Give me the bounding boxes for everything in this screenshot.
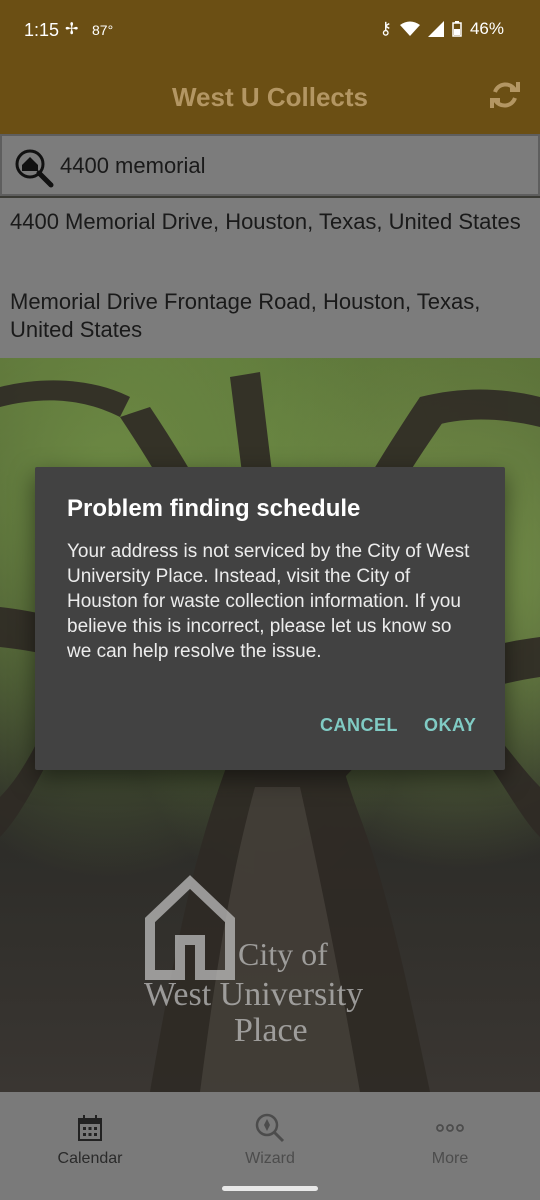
okay-button[interactable]: OKAY xyxy=(424,715,476,736)
error-dialog: Problem finding schedule Your address is… xyxy=(35,467,505,770)
tab-more[interactable]: More xyxy=(390,1112,510,1168)
bottom-navigation: Calendar Wizard More xyxy=(0,1092,540,1200)
tab-calendar[interactable]: Calendar xyxy=(30,1112,150,1168)
address-search-bar xyxy=(0,134,540,196)
gesture-home-bar[interactable] xyxy=(222,1186,318,1191)
tab-wizard[interactable]: Wizard xyxy=(210,1112,330,1168)
tab-label-wizard: Wizard xyxy=(245,1150,295,1167)
status-temp: 87° xyxy=(92,22,114,38)
status-icons: ⚷ 46% xyxy=(380,19,504,39)
wifi-icon xyxy=(399,21,420,36)
dialog-message: Your address is not serviced by the City… xyxy=(67,541,470,662)
status-bar: 1:15 ✢ 87° ⚷ 46% xyxy=(0,0,540,60)
key-icon: ⚷ xyxy=(379,19,392,38)
battery-percent: 46% xyxy=(469,19,504,38)
wizard-icon xyxy=(255,1113,285,1143)
suggestion-item[interactable]: Memorial Drive Frontage Road, Houston, T… xyxy=(0,278,540,358)
city-logo: City of West University Place xyxy=(140,870,410,1050)
battery-icon xyxy=(452,21,462,37)
refresh-icon[interactable] xyxy=(488,78,522,112)
cancel-button[interactable]: CANCEL xyxy=(320,715,398,736)
logo-text-place: Place xyxy=(234,1012,308,1049)
status-time: 1:15 xyxy=(24,20,60,40)
address-search-input[interactable] xyxy=(58,146,522,186)
tab-label-calendar: Calendar xyxy=(57,1150,123,1167)
logo-text-city: City of xyxy=(238,936,328,972)
calendar-icon xyxy=(78,1115,102,1141)
fan-icon: ✢ xyxy=(65,21,79,38)
app-header: West U Collects xyxy=(0,60,540,134)
signal-icon xyxy=(427,21,444,37)
suggestion-item[interactable]: 4400 Memorial Drive, Houston, Texas, Uni… xyxy=(0,198,540,278)
logo-text-west: West University xyxy=(144,976,364,1013)
app-title: West U Collects xyxy=(171,82,368,112)
home-search-icon xyxy=(15,149,54,188)
dialog-title: Problem finding schedule xyxy=(67,495,361,522)
tab-label-more: More xyxy=(431,1150,469,1167)
more-icon xyxy=(436,1124,464,1132)
